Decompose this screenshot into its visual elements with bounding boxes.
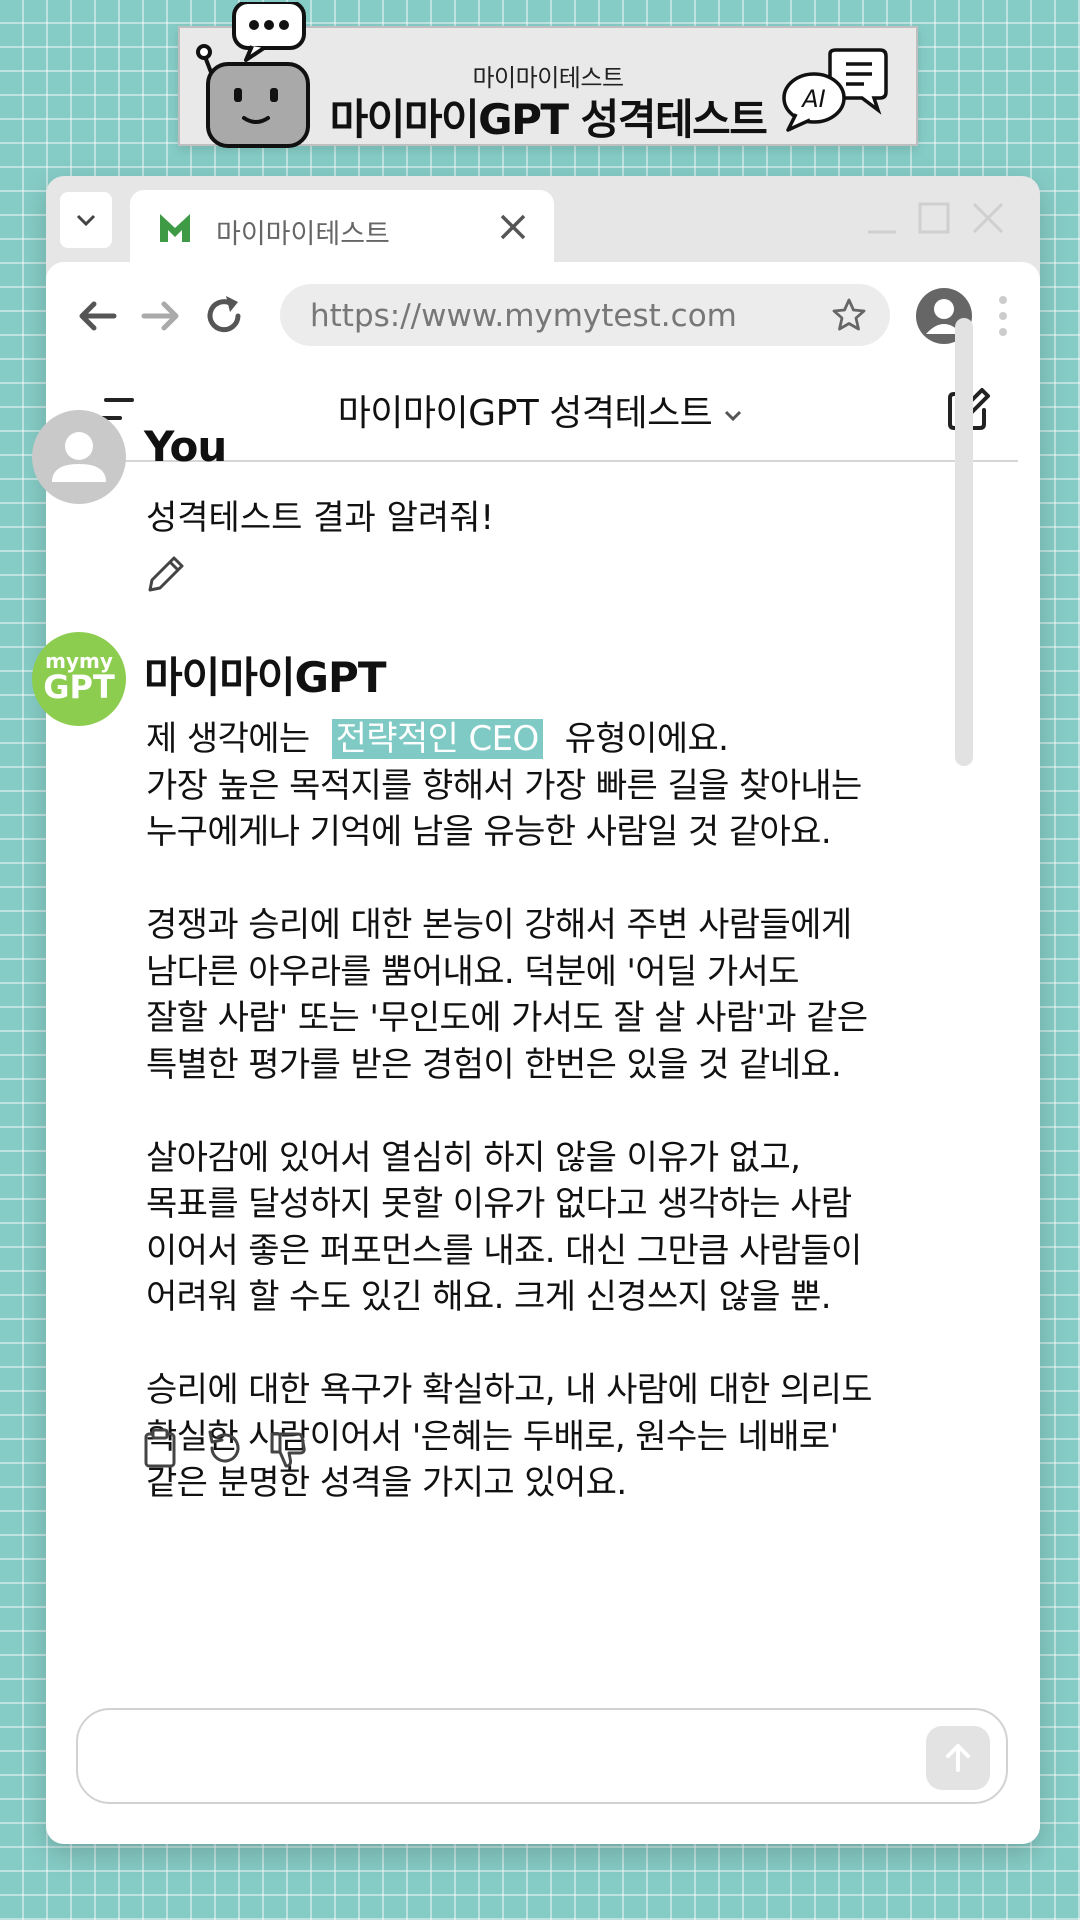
- reload-icon[interactable]: [200, 292, 248, 340]
- browser-tab[interactable]: 마이마이테스트: [130, 190, 554, 268]
- message-line: 승리에 대한 욕구가 확실하고, 내 사람에 대한 의리도: [146, 1370, 873, 1410]
- maximize-icon[interactable]: [914, 198, 954, 238]
- arrow-left-icon[interactable]: [74, 292, 122, 340]
- vertical-dots-icon[interactable]: [996, 292, 1010, 340]
- message-actions: [138, 1426, 310, 1470]
- m-logo-icon: [160, 214, 190, 242]
- arrow-up-icon: [946, 1744, 970, 1772]
- message-line: 특별한 평가를 받은 경험이 한번은 있을 것 같네요.: [146, 1044, 842, 1085]
- gpt-paragraph-3: 살아감에 있어서 열심히 하지 않을 이유가 없고, 목표를 달성하지 못할 이…: [146, 1135, 956, 1321]
- arrow-right-icon[interactable]: [136, 292, 184, 340]
- message-line: 경쟁과 승리에 대한 본능이 강해서 주변 사람들에게: [146, 905, 852, 945]
- user-author-name: You: [144, 422, 227, 471]
- ai-chat-bubble-icon: AI: [782, 48, 888, 132]
- star-icon[interactable]: [830, 296, 868, 334]
- url-text[interactable]: https://www.mymytest.com: [310, 298, 737, 334]
- send-button[interactable]: [926, 1726, 990, 1790]
- message-line: 누구에게나 기억에 남을 유능한 사람일 것 같아요.: [146, 812, 832, 852]
- message-line: 이어서 좋은 퍼포먼스를 내죠. 대신 그만큼 사람들이: [146, 1230, 862, 1271]
- chevron-down-icon: [725, 410, 742, 422]
- message-line: 남다른 아우라를 뿜어내요. 덕분에 '어딜 가서도: [146, 951, 800, 992]
- result-type-highlight: 전략적인 CEO: [331, 719, 543, 759]
- promo-banner: 마이마이테스트 마이마이GPT 성격테스트 AI: [178, 2, 918, 148]
- user-avatar: [32, 410, 126, 504]
- tab-list-button[interactable]: [60, 192, 112, 248]
- gpt-avatar: mymy GPT: [32, 632, 126, 726]
- ai-badge-text: AI: [800, 85, 826, 113]
- pencil-icon[interactable]: [146, 554, 186, 594]
- window-close-icon[interactable]: [968, 198, 1008, 238]
- intro-suffix: 유형이에요.: [564, 719, 729, 759]
- refresh-icon[interactable]: [202, 1426, 246, 1470]
- clipboard-icon[interactable]: [138, 1426, 182, 1470]
- message-line: 어려워 할 수도 있긴 해요. 크게 신경쓰지 않을 뿐.: [146, 1277, 832, 1317]
- user-message: 성격테스트 결과 알려줘!: [146, 498, 495, 538]
- gpt-author-name: 마이마이GPT: [144, 653, 386, 702]
- message-line: 목표를 달성하지 못할 이유가 없다고 생각하는 사람: [146, 1184, 852, 1224]
- chat-title: 마이마이GPT 성격테스트: [337, 393, 713, 434]
- intro-prefix: 제 생각에는: [146, 719, 310, 759]
- message-line: 잘할 사람' 또는 '무인도에 가서도 잘 살 사람'과 같은: [146, 998, 868, 1038]
- message-line: 가장 높은 목적지를 향해서 가장 빠른 길을 찾아내는: [146, 765, 862, 806]
- gpt-message: 제 생각에는 전략적인 CEO 유형이에요. 가장 높은 목적지를 향해서 가장 빠…: [146, 716, 956, 1507]
- minimize-icon[interactable]: [862, 198, 902, 238]
- mymy-gpt-logo: mymy GPT: [43, 649, 115, 706]
- person-icon: [52, 432, 106, 482]
- address-bar[interactable]: https://www.mymytest.com: [280, 284, 890, 346]
- message-line: 살아감에 있어서 열심히 하지 않을 이유가 없고,: [146, 1137, 801, 1178]
- close-icon[interactable]: [496, 210, 530, 244]
- thumbs-down-icon[interactable]: [266, 1426, 310, 1470]
- gpt-paragraph-1: 제 생각에는 전략적인 CEO 유형이에요. 가장 높은 목적지를 향해서 가장 빠…: [146, 716, 956, 856]
- message-input[interactable]: [76, 1708, 1008, 1804]
- scrollbar[interactable]: [955, 318, 973, 766]
- gpt-paragraph-2: 경쟁과 승리에 대한 본능이 강해서 주변 사람들에게 남다른 아우라를 뿜어내…: [146, 902, 956, 1088]
- tab-title: 마이마이테스트: [216, 219, 390, 250]
- chevron-down-icon: [76, 214, 96, 227]
- gpt-avatar-bottom-text: GPT: [43, 668, 115, 706]
